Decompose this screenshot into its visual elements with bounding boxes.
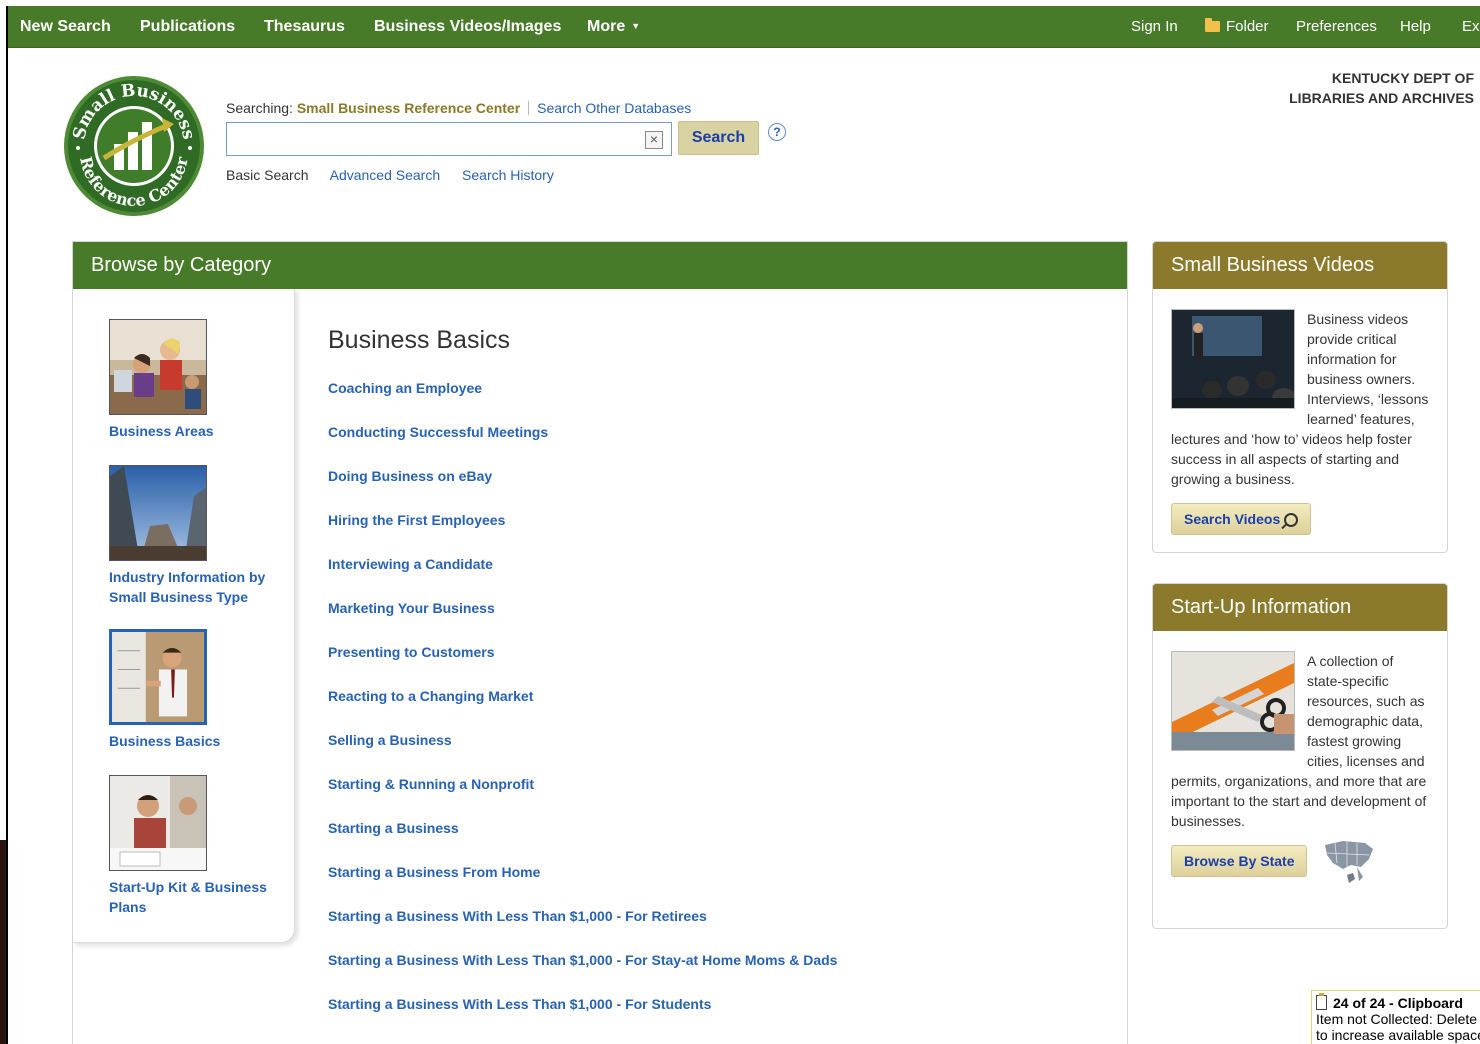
clipboard-title: 24 of 24 - Clipboard — [1333, 995, 1463, 1011]
browse-by-category-panel: Browse by Category Business Areas Indust… — [72, 241, 1128, 1044]
category-business-areas[interactable]: Business Areas — [109, 319, 289, 441]
topic-link[interactable]: Reacting to a Changing Market — [328, 687, 1108, 731]
search-button[interactable]: Search — [678, 121, 759, 155]
search-box: × — [226, 122, 672, 156]
us-map-icon — [1325, 841, 1374, 883]
category-industry-information[interactable]: Industry Information by Small Business T… — [109, 465, 289, 607]
nav-more-label: More — [587, 18, 626, 35]
browse-by-state-button[interactable]: Browse By State — [1171, 845, 1308, 877]
nav-help[interactable]: Help — [1400, 18, 1431, 35]
topic-link[interactable]: Starting a Business — [328, 819, 1108, 863]
nav-exit[interactable]: Ex — [1462, 18, 1480, 35]
category-start-up-kit[interactable]: Start-Up Kit & Business Plans — [109, 775, 289, 917]
nav-folder[interactable]: Folder — [1205, 18, 1269, 35]
divider — [528, 101, 530, 115]
magnifier-icon — [1284, 513, 1299, 527]
topic-link[interactable]: Interviewing a Candidate — [328, 555, 1108, 599]
industry-information-thumbnail — [109, 465, 207, 561]
searching-line: Searching: Small Business Reference Cent… — [226, 100, 691, 116]
business-basics-thumbnail — [109, 629, 207, 725]
nav-new-search[interactable]: New Search — [20, 18, 111, 36]
clear-icon[interactable]: × — [645, 131, 663, 149]
search-mode-tabs: Basic Search Advanced Search Search Hist… — [226, 167, 572, 183]
category-label: Business Areas — [109, 423, 214, 439]
start-up-panel-title: Start-Up Information — [1153, 584, 1447, 631]
topic-link[interactable]: Marketing Your Business — [328, 599, 1108, 643]
nav-thesaurus[interactable]: Thesaurus — [264, 18, 345, 36]
tab-advanced-search[interactable]: Advanced Search — [330, 167, 441, 183]
browser-viewport: New Search Publications Thesaurus Busine… — [6, 6, 1480, 1044]
caret-down-icon: ▼ — [631, 21, 641, 31]
business-areas-thumbnail — [109, 319, 207, 415]
topic-link[interactable]: Hiring the First Employees — [328, 511, 1108, 555]
clipboard-icon — [1316, 993, 1327, 1010]
help-icon[interactable]: ? — [768, 123, 786, 141]
start-up-information-panel: Start-Up Information A collection of sta… — [1152, 583, 1448, 929]
searching-label: Searching: — [226, 100, 293, 116]
category-label: Industry Information by Small Business T… — [109, 569, 266, 605]
browse-panel-title: Browse by Category — [73, 242, 1127, 289]
tab-basic-search[interactable]: Basic Search — [226, 167, 308, 183]
videos-thumbnail — [1171, 309, 1295, 409]
nav-business-videos-images[interactable]: Business Videos/Images — [374, 18, 561, 36]
search-videos-label: Search Videos — [1184, 511, 1281, 527]
category-label: Start-Up Kit & Business Plans — [109, 879, 267, 915]
clipboard-message-line1: Item not Collected: Delete — [1316, 1011, 1478, 1027]
search-videos-button[interactable]: Search Videos — [1171, 503, 1312, 535]
topic-link[interactable]: Starting a Business With Less Than $1,00… — [328, 951, 1108, 995]
nav-publications[interactable]: Publications — [140, 18, 235, 36]
topic-link[interactable]: Starting a Business With Less Than $1,00… — [328, 907, 1108, 951]
clipboard-message-line2: to increase available space — [1316, 1027, 1480, 1043]
nav-sign-in[interactable]: Sign In — [1131, 18, 1178, 35]
nav-more-menu[interactable]: More ▼ — [587, 18, 640, 36]
nav-folder-label: Folder — [1226, 18, 1269, 35]
category-content: Business Basics Coaching an Employee Con… — [328, 326, 1108, 1039]
topic-link[interactable]: Conducting Successful Meetings — [328, 423, 1108, 467]
videos-panel-title: Small Business Videos — [1153, 242, 1447, 289]
small-business-reference-center-logo[interactable]: Small Business Reference Center — [62, 74, 206, 218]
small-business-videos-panel: Small Business Videos Business videos pr… — [1152, 241, 1448, 553]
clipboard-notification: 24 of 24 - Clipboard Item not Collected:… — [1311, 990, 1480, 1044]
section-title: Business Basics — [328, 326, 511, 354]
current-database: Small Business Reference Center — [296, 100, 521, 116]
topic-link[interactable]: Starting & Running a Nonprofit — [328, 775, 1108, 819]
top-navigation-bar: New Search Publications Thesaurus Busine… — [8, 6, 1480, 48]
topic-link[interactable]: Starting a Business With Less Than $1,00… — [328, 995, 1108, 1039]
topic-link[interactable]: Starting a Business From Home — [328, 863, 1108, 907]
category-business-basics[interactable]: Business Basics — [109, 629, 289, 751]
start-up-kit-thumbnail — [109, 775, 207, 871]
search-other-databases-link[interactable]: Search Other Databases — [537, 100, 691, 116]
search-input[interactable] — [227, 123, 627, 153]
nav-preferences[interactable]: Preferences — [1296, 18, 1377, 35]
institution-name: KENTUCKY DEPT OF LIBRARIES AND ARCHIVES — [1289, 70, 1474, 106]
start-up-thumbnail — [1171, 651, 1295, 751]
category-list: Business Areas Industry Information by S… — [73, 289, 295, 943]
tab-search-history[interactable]: Search History — [462, 167, 554, 183]
topic-link[interactable]: Coaching an Employee — [328, 379, 1108, 423]
topic-link[interactable]: Doing Business on eBay — [328, 467, 1108, 511]
topic-link[interactable]: Selling a Business — [328, 731, 1108, 775]
folder-icon — [1205, 18, 1220, 32]
topic-link[interactable]: Presenting to Customers — [328, 643, 1108, 687]
category-label: Business Basics — [109, 733, 221, 749]
